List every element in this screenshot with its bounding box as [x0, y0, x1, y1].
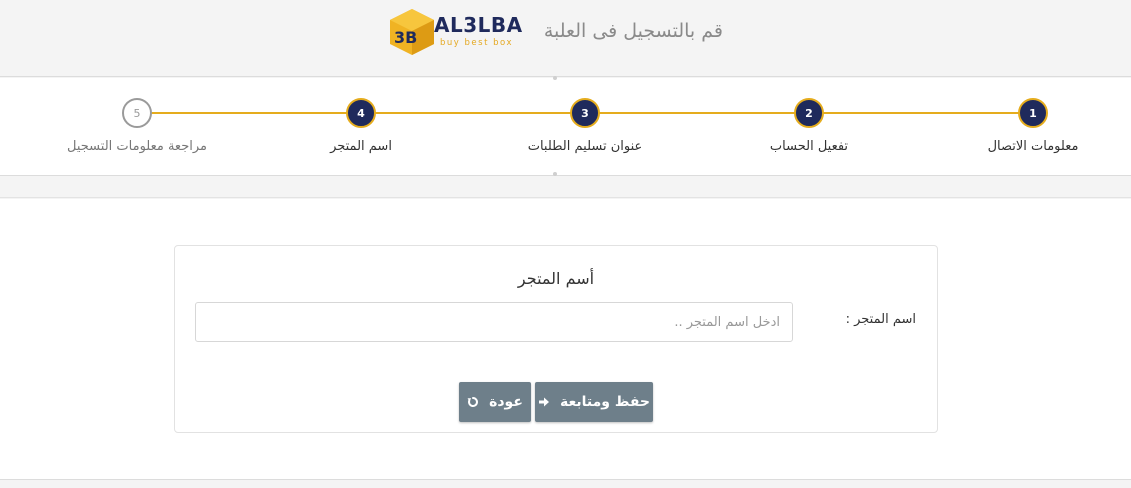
section-gap	[0, 177, 1131, 198]
step-4-circle[interactable]: 4	[346, 98, 376, 128]
step-5-label: مراجعة معلومات التسجيل	[67, 139, 207, 154]
page-title: قم بالتسجيل فى العلبة	[543, 20, 723, 42]
logo-tagline: buy best box	[440, 38, 513, 48]
top-header: 3B AL3LBA buy best box قم بالتسجيل فى ال…	[0, 0, 1131, 77]
back-label: عودة	[489, 394, 523, 410]
logo-cube-letters: 3B	[394, 28, 417, 47]
main-content: أسم المتجر اسم المتجر : حفظ ومتابعة عودة	[0, 199, 1131, 480]
step-3-circle[interactable]: 3	[570, 98, 600, 128]
step-1-label: معلومات الاتصال	[987, 139, 1079, 154]
step-4-label: اسم المتجر	[330, 139, 392, 154]
store-name-label: اسم المتجر :	[845, 312, 916, 327]
site-logo[interactable]: 3B AL3LBA buy best box	[388, 7, 522, 57]
store-name-input[interactable]	[195, 302, 793, 342]
refresh-icon	[467, 397, 479, 407]
arrow-right-icon	[538, 397, 549, 407]
logo-cube-icon: 3B	[390, 9, 434, 55]
store-name-card: أسم المتجر اسم المتجر : حفظ ومتابعة عودة	[174, 245, 938, 433]
divider-dot	[553, 172, 557, 176]
registration-stepper: 1 معلومات الاتصال 2 تفعيل الحساب 3 عنوان…	[0, 76, 1131, 176]
logo-brand: AL3LBA	[434, 13, 523, 37]
form-title: أسم المتجر	[517, 269, 595, 288]
save-continue-button[interactable]: حفظ ومتابعة	[535, 382, 653, 422]
step-2-label: تفعيل الحساب	[769, 139, 849, 154]
step-3-label: عنوان تسليم الطلبات	[527, 139, 643, 154]
step-1-circle[interactable]: 1	[1018, 98, 1048, 128]
divider-dot	[553, 76, 557, 80]
step-5-circle[interactable]: 5	[122, 98, 152, 128]
save-continue-label: حفظ ومتابعة	[559, 394, 651, 410]
back-button[interactable]: عودة	[459, 382, 531, 422]
step-2-circle[interactable]: 2	[794, 98, 824, 128]
